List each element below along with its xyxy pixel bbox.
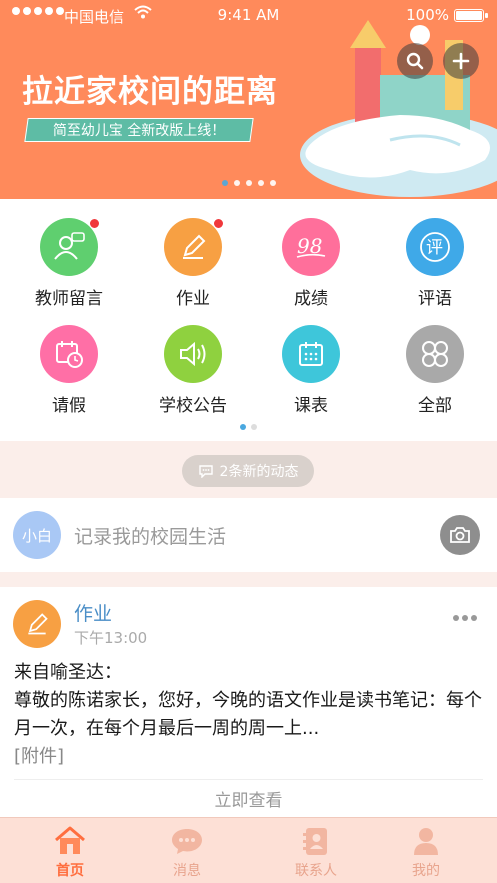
- tab-label: 首页: [56, 863, 84, 879]
- banner-title: 拉近家校间的距离: [22, 74, 278, 110]
- tab-contacts[interactable]: 联系人: [254, 818, 378, 880]
- feature-label: 请假: [52, 396, 86, 416]
- post-type: 作业: [74, 603, 113, 625]
- home-icon: [53, 824, 87, 856]
- page-dot[interactable]: [269, 180, 276, 186]
- banner-subtitle: 简至幼儿宝 全新改版上线！: [52, 123, 226, 139]
- post-attachment[interactable]: [附件]: [14, 743, 484, 771]
- tab-profile[interactable]: 我的: [364, 818, 488, 880]
- tab-home[interactable]: 首页: [8, 818, 132, 880]
- schedule-icon: [282, 325, 340, 383]
- divider: [14, 779, 483, 780]
- svg-text:评: 评: [426, 238, 443, 258]
- feature-leave[interactable]: 请假: [7, 325, 131, 416]
- camera-button[interactable]: [440, 515, 480, 555]
- camera-icon: [450, 527, 470, 543]
- search-button[interactable]: [397, 43, 433, 79]
- feature-homework[interactable]: 作业: [131, 218, 255, 309]
- feature-label: 评语: [418, 289, 452, 309]
- feature-scores[interactable]: 98 成绩: [249, 218, 373, 309]
- grid-page-dots[interactable]: [0, 424, 497, 430]
- feature-label: 教师留言: [35, 289, 103, 309]
- post-body: 来自喻圣达： 尊敬的陈诺家长，您好，今晚的语文作业是读书笔记：每个月一次，在每个…: [14, 659, 484, 771]
- view-now-button[interactable]: 立即查看: [0, 786, 497, 811]
- feed-post-card: 作业 下午13:00 来自喻圣达： 尊敬的陈诺家长，您好，今晚的语文作业是读书笔…: [0, 587, 497, 819]
- tab-label: 联系人: [295, 863, 337, 879]
- banner-subtitle-ribbon: 简至幼儿宝 全新改版上线！: [24, 118, 254, 142]
- feature-timetable[interactable]: 课表: [249, 325, 373, 416]
- pencil-icon: [164, 218, 224, 276]
- search-icon: [406, 52, 424, 70]
- page-dot[interactable]: [233, 180, 240, 186]
- unread-badge: [213, 218, 224, 229]
- feature-teacher-message[interactable]: 教师留言: [7, 218, 131, 309]
- more-options-icon[interactable]: [453, 615, 477, 621]
- contacts-icon: [299, 824, 333, 856]
- profile-icon: [409, 824, 443, 856]
- tab-messages[interactable]: 消息: [125, 818, 249, 880]
- banner-page-dots[interactable]: [0, 180, 497, 186]
- pencil-icon: [28, 613, 48, 635]
- chat-icon: [170, 824, 204, 856]
- feature-comments[interactable]: 评 评语: [373, 218, 497, 309]
- feature-grid: 教师留言 作业 98 成绩 评 评语 请假 学校公告 课表 全部: [0, 199, 497, 441]
- page-dot[interactable]: [221, 180, 228, 186]
- page-dot[interactable]: [240, 424, 246, 430]
- feature-label: 学校公告: [159, 396, 227, 416]
- calendar-clock-icon: [40, 325, 98, 383]
- feature-label: 全部: [418, 396, 452, 416]
- tab-label: 消息: [173, 863, 201, 879]
- unread-badge: [89, 218, 100, 229]
- page-dot[interactable]: [257, 180, 264, 186]
- post-content: 尊敬的陈诺家长，您好，今晚的语文作业是读书笔记：每个月一次，在每个月最后一周的周…: [14, 690, 482, 739]
- feature-label: 作业: [176, 289, 210, 309]
- page-dot[interactable]: [245, 180, 252, 186]
- feature-announcement[interactable]: 学校公告: [131, 325, 255, 416]
- new-activity-notice[interactable]: 2条新的动态: [182, 455, 314, 487]
- tab-bar: 首页 消息 联系人 我的: [0, 817, 497, 883]
- feature-label: 成绩: [294, 289, 328, 309]
- post-sender: 来自喻圣达：: [14, 662, 122, 683]
- all-icon: [406, 325, 464, 383]
- page-dot[interactable]: [251, 424, 257, 430]
- avatar[interactable]: 小白: [13, 511, 61, 559]
- plus-icon: [452, 52, 470, 70]
- score-icon: 98: [282, 218, 340, 276]
- compose-post-row[interactable]: 小白 记录我的校园生活: [0, 498, 497, 572]
- comment-icon: 评: [406, 218, 464, 276]
- post-time: 下午13:00: [74, 629, 148, 647]
- compose-placeholder[interactable]: 记录我的校园生活: [74, 522, 226, 549]
- post-avatar: [13, 600, 61, 648]
- tab-label: 我的: [412, 863, 440, 879]
- feature-all[interactable]: 全部: [373, 325, 497, 416]
- banner[interactable]: 中国电信 9:41 AM 100% 拉近家校间的距离 简至幼儿宝 全新改版上线！: [0, 0, 497, 199]
- chat-bubble-icon: [198, 465, 213, 478]
- speaker-icon: [164, 325, 222, 383]
- teacher-icon: [40, 218, 100, 276]
- new-activity-text: 2条新的动态: [219, 464, 299, 480]
- add-button[interactable]: [443, 43, 479, 79]
- feature-label: 课表: [294, 396, 328, 416]
